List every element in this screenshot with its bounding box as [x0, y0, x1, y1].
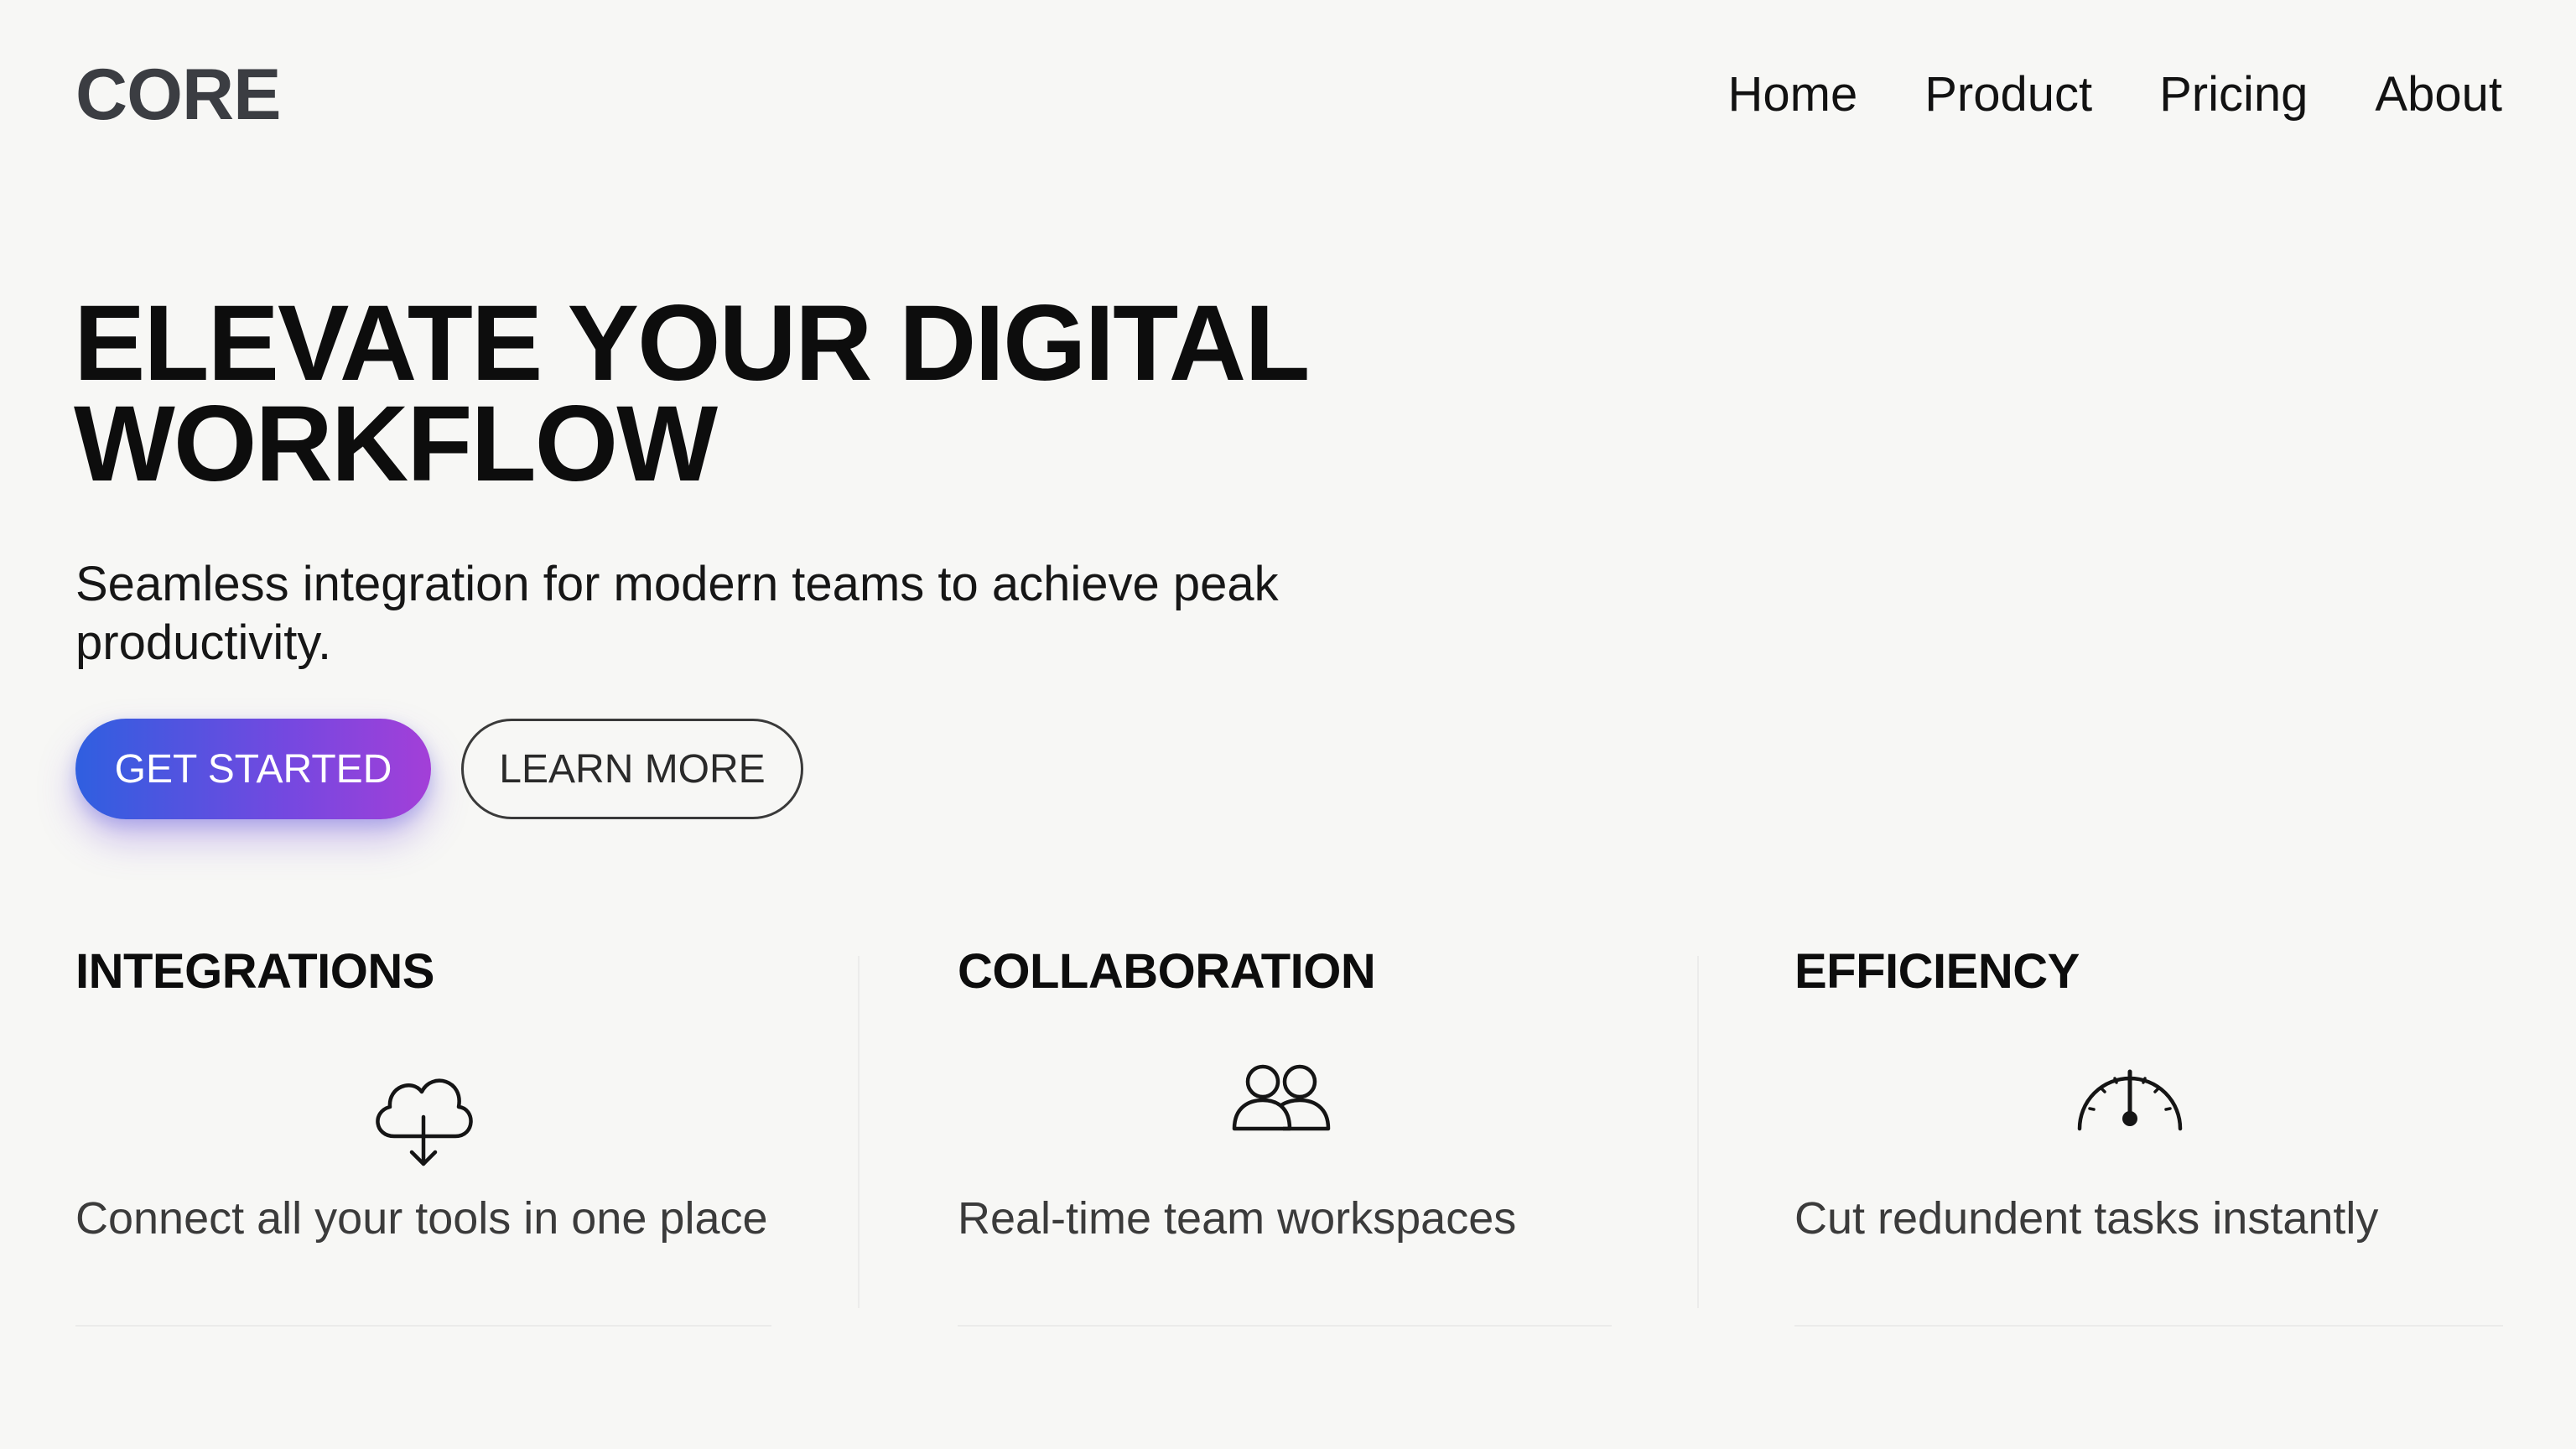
- nav-item-pricing[interactable]: Pricing: [2159, 70, 2308, 119]
- feature-underline: [958, 1325, 1612, 1327]
- feature-underline: [1794, 1325, 2503, 1327]
- nav-item-about[interactable]: About: [2375, 70, 2502, 119]
- feature-title: EFFICIENCY: [1794, 944, 2080, 999]
- get-started-button[interactable]: GET STARTED: [75, 719, 431, 819]
- feature-card-efficiency: EFFICIENCY Cut redundent tasks instantly: [1794, 944, 2503, 1327]
- brand-logo[interactable]: CORE: [75, 59, 281, 131]
- hero-subtitle: Seamless integration for modern teams to…: [75, 557, 1279, 670]
- column-divider: [1697, 956, 1699, 1308]
- nav-item-home[interactable]: Home: [1728, 70, 1858, 119]
- cloud-download-icon: [376, 1078, 473, 1166]
- nav-item-product[interactable]: Product: [1924, 70, 2092, 119]
- main-nav: Home Product Pricing About: [1728, 70, 2502, 119]
- learn-more-button[interactable]: LEARN MORE: [461, 719, 803, 819]
- feature-underline: [75, 1325, 771, 1327]
- feature-card-integrations: INTEGRATIONS Connect all your tools in o…: [75, 944, 771, 1327]
- team-users-icon: [1232, 1064, 1331, 1131]
- feature-description: Cut redundent tasks instantly: [1794, 1193, 2379, 1244]
- feature-description: Connect all your tools in one place: [75, 1193, 768, 1244]
- hero-title: ELEVATE YOUR DIGITAL WORKFLOW: [74, 283, 1308, 504]
- cta-buttons: GET STARTED LEARN MORE: [75, 719, 803, 819]
- feature-card-collaboration: COLLABORATION Real-time team workspaces: [958, 944, 1612, 1327]
- feature-description: Real-time team workspaces: [958, 1193, 1517, 1244]
- speedometer-icon: [2077, 1069, 2183, 1131]
- column-divider: [858, 956, 860, 1308]
- feature-title: COLLABORATION: [958, 944, 1376, 999]
- feature-title: INTEGRATIONS: [75, 944, 434, 999]
